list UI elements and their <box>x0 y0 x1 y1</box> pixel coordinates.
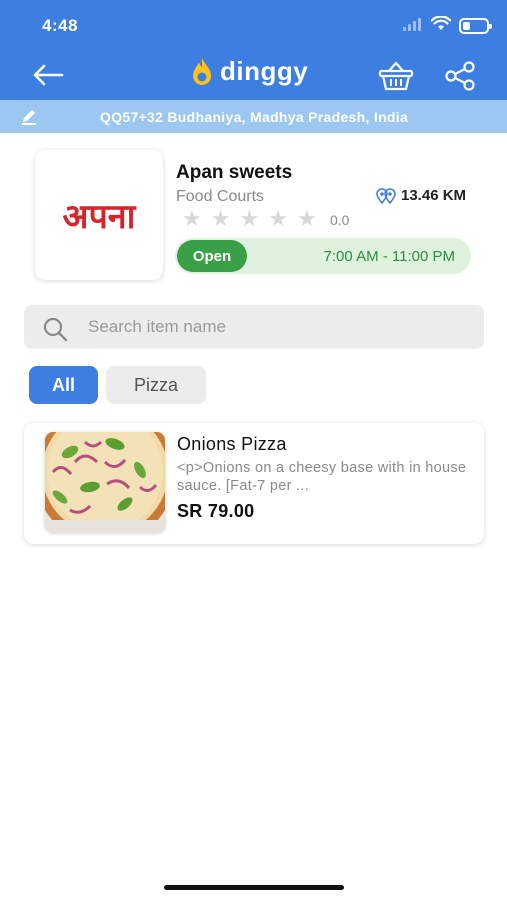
open-status-badge: Open <box>177 240 247 272</box>
share-button[interactable] <box>440 56 480 96</box>
battery-icon <box>459 18 492 34</box>
location-address: QQ57+32 Budhaniya, Madhya Pradesh, India <box>100 109 409 125</box>
store-hours: Open 7:00 AM - 11:00 PM <box>175 238 471 274</box>
distance-value: 13.46 KM <box>401 187 467 204</box>
rating-value: 0.0 <box>330 212 350 228</box>
wifi-icon <box>430 15 452 36</box>
search-input[interactable] <box>88 305 468 349</box>
home-indicator[interactable] <box>164 885 344 890</box>
cart-button[interactable] <box>376 56 416 96</box>
store-logo-text: अपना <box>62 197 136 237</box>
hours-text: 7:00 AM - 11:00 PM <box>323 248 455 265</box>
basket-icon <box>378 61 414 91</box>
filter-chip-pizza[interactable]: Pizza <box>106 366 206 404</box>
star-icon: ★ <box>296 206 317 231</box>
item-price: SR 79.00 <box>177 501 255 521</box>
status-icons <box>403 15 492 36</box>
store-logo: अपना <box>35 150 163 280</box>
pizza-image <box>45 432 165 532</box>
cellular-icon <box>403 17 423 36</box>
star-icon: ★ <box>210 206 231 231</box>
filter-chip-all[interactable]: All <box>29 366 98 404</box>
store-name: Apan sweets <box>176 162 293 183</box>
search-box[interactable] <box>24 305 484 349</box>
star-icon: ★ <box>239 206 260 231</box>
share-icon <box>445 61 475 91</box>
app-logo: dinggy <box>190 56 308 87</box>
item-description: <p>Onions on a cheesy base with in house… <box>177 460 467 494</box>
item-name: Onions Pizza <box>177 434 287 454</box>
menu-item-card[interactable]: Onions Pizza <p>Onions on a cheesy base … <box>24 423 484 544</box>
star-icon: ★ <box>268 206 288 231</box>
store-distance: 13.46 KM <box>376 187 466 204</box>
back-button[interactable] <box>28 58 68 92</box>
logo-text: dinggy <box>220 56 309 86</box>
arrow-left-icon <box>33 64 64 86</box>
star-icon: ★ <box>182 206 202 231</box>
store-category: Food Courts <box>176 188 265 205</box>
search-icon <box>43 317 68 342</box>
pencil-icon[interactable] <box>18 106 40 128</box>
map-pin-icon <box>376 187 396 204</box>
location-bar[interactable]: QQ57+32 Budhaniya, Madhya Pradesh, India <box>0 100 507 133</box>
app-header: 4:48 dinggy <box>0 0 507 100</box>
flame-icon <box>193 57 211 85</box>
status-time: 4:48 <box>42 16 79 35</box>
rating-stars: ★ ★ ★ ★ ★ <box>182 208 317 230</box>
